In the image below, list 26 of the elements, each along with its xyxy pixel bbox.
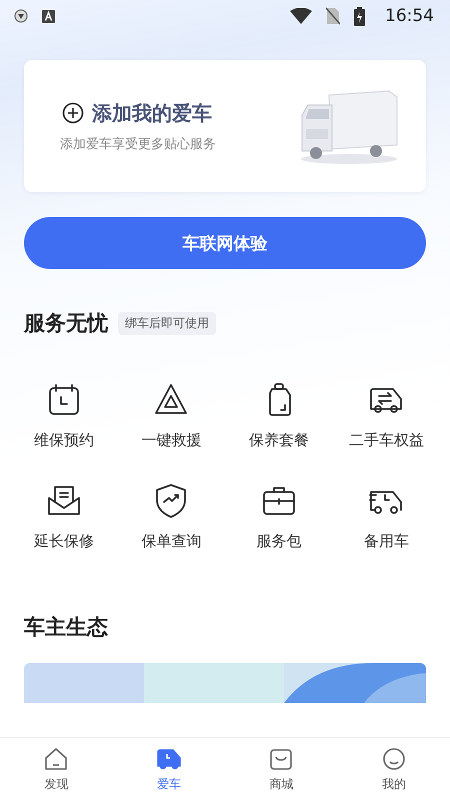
text-a-icon (42, 10, 55, 22)
nav-tab[interactable]: 商城 (225, 738, 338, 800)
section-title: 车主生态 (24, 614, 108, 641)
service-label[interactable]: 一键救援 (141, 431, 202, 450)
add-car-title: 添加我的爱车 (92, 100, 212, 126)
service-label[interactable]: 延长保修 (34, 532, 94, 551)
binding-hint-tag: 绑车后即可使用 (118, 312, 216, 334)
home-icon[interactable] (43, 746, 70, 772)
nav-tab[interactable]: 爱车 (112, 738, 225, 800)
add-car-card[interactable]: 添加我的爱车 添加爱车享受更多贴心服务 (24, 60, 426, 192)
service-label[interactable]: 二手车权益 (348, 431, 424, 450)
connected-car-button[interactable]: 车联网体验 (24, 217, 426, 269)
no-sim-icon (326, 7, 340, 25)
battery-charging-icon (354, 6, 365, 26)
service-label[interactable]: 保养套餐 (248, 431, 309, 450)
wifi-icon (290, 8, 312, 24)
add-car-subtitle: 添加爱车享受更多贴心服务 (60, 136, 217, 152)
section-title: 服务无忧 (24, 310, 108, 337)
nav-tab[interactable]: 发现 (0, 738, 112, 800)
nav-tab[interactable]: 我的 (338, 738, 450, 800)
service-label[interactable]: 保单查询 (141, 532, 202, 551)
status-time: 16:54 (385, 6, 434, 26)
service-label[interactable]: 备用车 (364, 532, 409, 551)
service-label[interactable]: 服务包 (256, 532, 302, 551)
add-circle-icon (62, 102, 84, 124)
service-label[interactable]: 维保预约 (34, 431, 94, 450)
